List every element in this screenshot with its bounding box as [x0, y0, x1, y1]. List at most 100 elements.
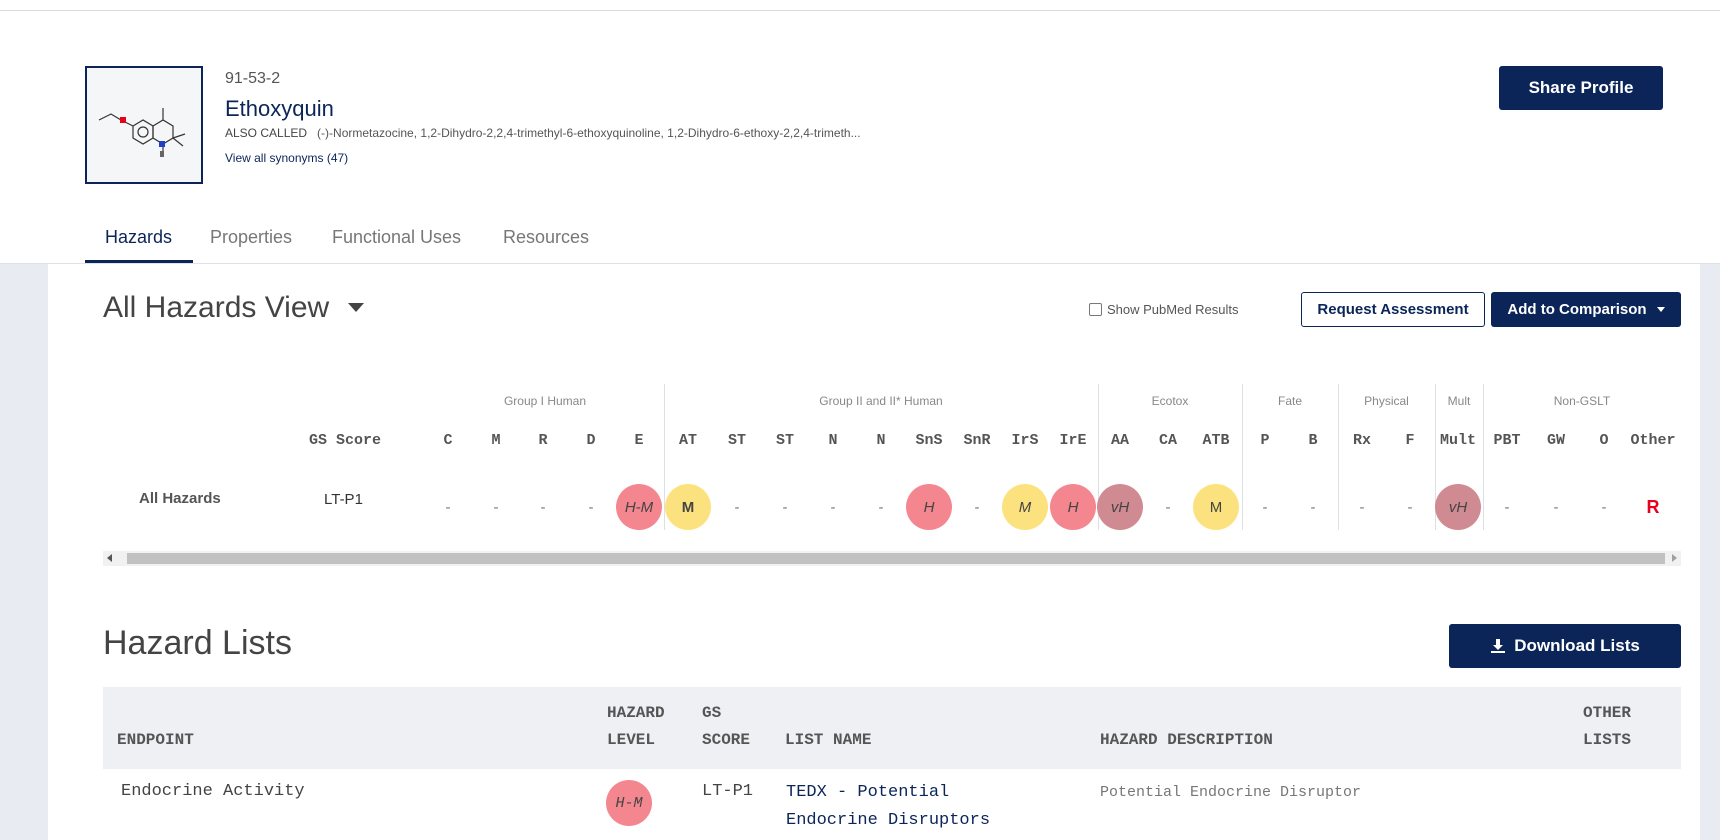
hazard-cell-value: H	[923, 498, 935, 516]
hazard-cell-value: -	[974, 498, 980, 516]
column-header-22: PBT	[1493, 432, 1521, 449]
hazard-cell-value: -	[734, 498, 740, 516]
hazard-cell-value: M	[1018, 498, 1032, 516]
hazards-view-title[interactable]: All Hazards View	[103, 291, 329, 325]
th-other-lists-line1: OTHER	[1583, 704, 1632, 722]
group-header-mult: Mult	[1447, 394, 1471, 408]
add-to-comparison-label: Add to Comparison	[1507, 301, 1647, 318]
hazard-cell-25[interactable]: R	[1630, 484, 1676, 530]
hazard-cell-8[interactable]: -	[810, 484, 856, 530]
tab-hazards[interactable]: Hazards	[105, 227, 172, 248]
row-endpoint: Endocrine Activity	[121, 782, 305, 801]
hazard-cell-3[interactable]: -	[568, 484, 614, 530]
column-header-5: AT	[678, 432, 698, 449]
download-lists-label: Download Lists	[1514, 636, 1640, 655]
hazard-cell-15[interactable]: -	[1145, 484, 1191, 530]
hazard-cell-4[interactable]: H-M	[616, 484, 662, 530]
hazard-cell-6[interactable]: -	[714, 484, 760, 530]
hazard-cell-value: -	[540, 498, 546, 516]
column-header-8: N	[828, 432, 838, 449]
hazard-cell-9[interactable]: -	[858, 484, 904, 530]
hazard-cell-21[interactable]: vH	[1435, 484, 1481, 530]
download-icon	[1490, 638, 1506, 654]
top-border	[0, 0, 1720, 11]
chemical-name: Ethoxyquin	[225, 96, 334, 121]
column-header-12: IrS	[1011, 432, 1039, 449]
hazard-cell-10[interactable]: H	[906, 484, 952, 530]
hazard-cell-13[interactable]: H	[1050, 484, 1096, 530]
column-header-16: ATB	[1202, 432, 1230, 449]
share-profile-button[interactable]: Share Profile	[1499, 66, 1663, 110]
view-dropdown-icon[interactable]	[348, 303, 364, 312]
hazard-cell-value: M	[681, 498, 695, 516]
view-synonyms-link[interactable]: View all synonyms (47)	[225, 151, 348, 165]
scroll-right-icon[interactable]	[1672, 554, 1677, 562]
hazard-cell-1[interactable]: -	[473, 484, 519, 530]
hazard-cell-value: -	[878, 498, 884, 516]
th-hazard-description[interactable]: HAZARD DESCRIPTION	[1100, 727, 1273, 754]
hazard-cell-2[interactable]: -	[520, 484, 566, 530]
column-header-3: D	[586, 432, 596, 449]
th-gs-score-line2[interactable]: SCORE	[702, 727, 750, 754]
tab-resources[interactable]: Resources	[503, 227, 589, 248]
row-list-name-line1[interactable]: TEDX - Potential	[786, 779, 949, 807]
hazard-cell-18[interactable]: -	[1290, 484, 1336, 530]
th-gs-score-line1[interactable]: GS	[702, 700, 721, 727]
hazard-cell-24[interactable]: -	[1581, 484, 1627, 530]
hazard-cell-value: H	[1067, 498, 1079, 516]
hazard-lists-title: Hazard Lists	[103, 624, 292, 662]
cas-number: 91-53-2	[225, 70, 281, 87]
pubmed-checkbox[interactable]	[1089, 303, 1102, 316]
th-hazard-level-line1[interactable]: HAZARD	[607, 700, 665, 727]
th-hazard-level-line2[interactable]: LEVEL	[607, 727, 655, 754]
hazard-cell-value: M	[1209, 498, 1223, 516]
horizontal-scrollbar[interactable]	[103, 551, 1681, 566]
tab-bar: Hazards Properties Functional Uses Resou…	[85, 227, 1720, 263]
column-header-10: SnS	[915, 432, 943, 449]
hazard-cell-value: -	[493, 498, 499, 516]
column-header-6: ST	[727, 432, 747, 449]
column-header-23: GW	[1546, 432, 1566, 449]
column-header-14: AA	[1110, 432, 1130, 449]
download-lists-button[interactable]: Download Lists	[1449, 624, 1681, 668]
row-hazard-description: Potential Endocrine Disruptor	[1100, 784, 1362, 801]
hazard-cell-12[interactable]: M	[1002, 484, 1048, 530]
scroll-left-icon[interactable]	[107, 554, 112, 562]
hazard-cell-16[interactable]: M	[1193, 484, 1239, 530]
hazard-cell-5[interactable]: M	[665, 484, 711, 530]
hazard-cell-value: H-M	[624, 498, 654, 516]
row-list-name-line2[interactable]: Endocrine Disruptors	[786, 807, 990, 835]
th-list-name[interactable]: LIST NAME	[785, 727, 871, 754]
scrollbar-thumb[interactable]	[127, 553, 1665, 564]
hazard-cell-7[interactable]: -	[762, 484, 808, 530]
hazard-cell-20[interactable]: -	[1387, 484, 1433, 530]
tab-functional-uses[interactable]: Functional Uses	[332, 227, 461, 248]
hazard-lists-table-header	[103, 687, 1681, 769]
hazard-cell-value: -	[445, 498, 451, 516]
pubmed-toggle[interactable]: Show PubMed Results	[1089, 302, 1239, 317]
column-header-18: B	[1308, 432, 1318, 449]
column-header-19: Rx	[1352, 432, 1372, 449]
hazard-cell-value: R	[1646, 496, 1660, 517]
row-label-all-hazards: All Hazards	[139, 490, 221, 507]
add-to-comparison-button[interactable]: Add to Comparison	[1491, 292, 1681, 327]
group-header-ecotox: Ecotox	[1151, 394, 1189, 408]
hazard-cell-17[interactable]: -	[1242, 484, 1288, 530]
column-header-0: C	[443, 432, 453, 449]
column-header-gs-score: GS Score	[308, 432, 382, 449]
hazard-cell-19[interactable]: -	[1339, 484, 1385, 530]
chevron-down-icon	[1656, 307, 1665, 312]
hazard-cell-11[interactable]: -	[954, 484, 1000, 530]
th-endpoint[interactable]: ENDPOINT	[117, 727, 194, 754]
column-header-11: SnR	[963, 432, 991, 449]
column-header-1: M	[491, 432, 501, 449]
column-header-13: IrE	[1059, 432, 1087, 449]
hazard-cell-22[interactable]: -	[1484, 484, 1530, 530]
hazard-cell-14[interactable]: vH	[1097, 484, 1143, 530]
hazard-cell-0[interactable]: -	[425, 484, 471, 530]
hazard-cell-23[interactable]: -	[1533, 484, 1579, 530]
column-header-25: Other	[1630, 432, 1676, 449]
request-assessment-button[interactable]: Request Assessment	[1301, 292, 1485, 327]
tab-properties[interactable]: Properties	[210, 227, 292, 248]
column-header-20: F	[1405, 432, 1415, 449]
